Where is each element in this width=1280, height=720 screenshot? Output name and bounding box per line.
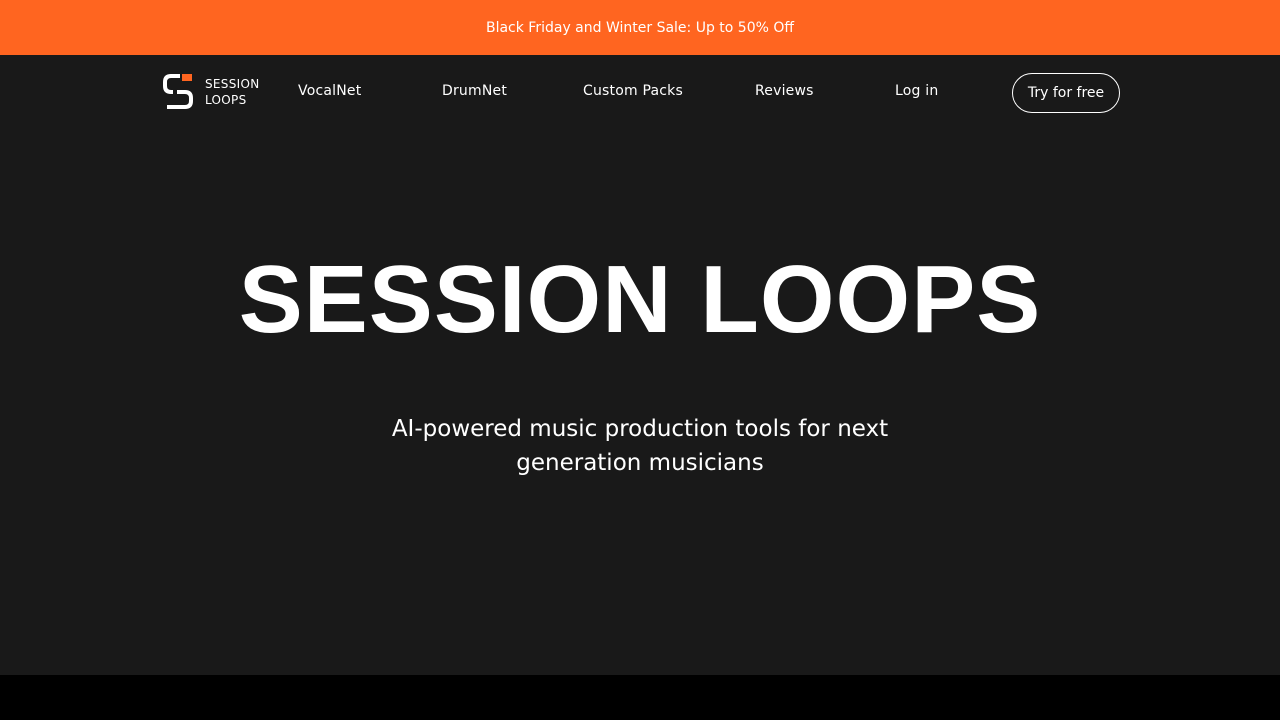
hero-subtitle: AI-powered music production tools for ne… <box>391 416 889 476</box>
promo-banner[interactable]: Black Friday and Winter Sale: Up to 50% … <box>0 0 1280 55</box>
session-loops-s-icon <box>163 74 193 109</box>
brand-line-2: LOOPS <box>205 92 247 107</box>
promo-text: Black Friday and Winter Sale: Up to 50% … <box>485 19 795 36</box>
nav-link-custom-packs[interactable]: Custom Packs <box>583 81 683 101</box>
bottom-strip <box>0 675 1280 720</box>
nav-link-log-in[interactable]: Log in <box>895 81 938 101</box>
nav-link-reviews[interactable]: Reviews <box>755 81 814 101</box>
page-main <box>0 55 1280 675</box>
brand-wordmark: SESSION LOOPS <box>205 76 260 108</box>
brand-logo[interactable]: SESSION LOOPS <box>163 74 260 109</box>
nav-link-vocalnet[interactable]: VocalNet <box>298 81 361 101</box>
hero-title: SESSION LOOPS <box>238 246 1042 353</box>
try-for-free-button[interactable]: Try for free <box>1012 73 1120 113</box>
brand-line-1: SESSION <box>205 76 260 91</box>
nav-link-drumnet[interactable]: DrumNet <box>442 81 507 101</box>
